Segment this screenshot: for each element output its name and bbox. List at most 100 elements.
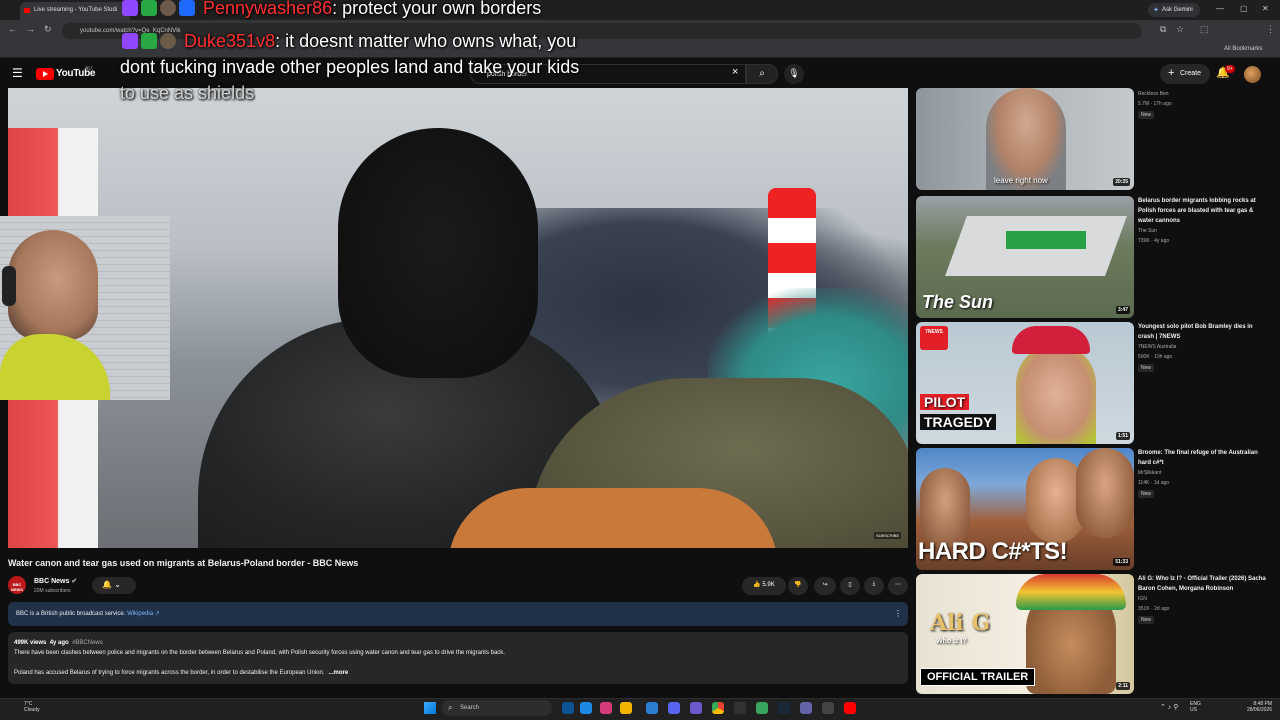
wikipedia-link[interactable]: Wikipedia bbox=[127, 611, 153, 617]
back-icon[interactable]: ← bbox=[8, 24, 17, 34]
system-tray-icons[interactable]: ⌃ ♪ ⚲ bbox=[1160, 703, 1178, 711]
store-icon[interactable] bbox=[646, 702, 658, 714]
rec-thumbnail[interactable]: leave right now 20:35 bbox=[916, 88, 1134, 190]
info-more-icon[interactable]: ⋮ bbox=[894, 609, 902, 618]
browser-menu-icon[interactable]: ⋮ bbox=[1266, 24, 1275, 35]
duration-badge: 51:33 bbox=[1113, 558, 1130, 566]
bookmark-star-icon[interactable]: ☆ bbox=[1176, 24, 1184, 35]
view-count: 499K views bbox=[14, 640, 47, 646]
chat-avatar bbox=[160, 0, 176, 16]
cast-icon[interactable]: ⧉ bbox=[1160, 24, 1166, 35]
language-indicator[interactable]: ENG US bbox=[1190, 701, 1201, 713]
rec-channel[interactable]: MrSlikkant bbox=[1138, 470, 1161, 476]
youtube-favicon-icon bbox=[24, 8, 30, 13]
dislike-button[interactable]: 👎 bbox=[788, 577, 808, 595]
windows-start-icon[interactable] bbox=[424, 702, 436, 714]
bookmark-icon: ▯ bbox=[848, 582, 852, 588]
account-avatar[interactable] bbox=[1244, 66, 1261, 83]
youtube-app-icon[interactable] bbox=[844, 702, 856, 714]
chat-username: Pennywasher86 bbox=[203, 0, 333, 18]
tab-active[interactable]: Live streaming - YouTube Studi bbox=[20, 2, 130, 20]
twitch-badge-icon bbox=[122, 33, 138, 49]
chat-message: Pennywasher86: protect your own borders bbox=[122, 0, 541, 19]
app-icon[interactable] bbox=[756, 702, 768, 714]
subscriber-count: 20M subscribers bbox=[34, 588, 71, 594]
file-explorer-icon[interactable] bbox=[562, 702, 574, 714]
discord-icon[interactable] bbox=[668, 702, 680, 714]
rec-thumbnail[interactable]: The Sun 3:47 bbox=[916, 196, 1134, 318]
forward-icon[interactable]: → bbox=[26, 24, 35, 34]
streamer-shirt bbox=[0, 334, 110, 400]
folder-icon[interactable] bbox=[620, 702, 632, 714]
obs-icon[interactable] bbox=[734, 702, 746, 714]
info-panel: BBC is a British public broadcast servic… bbox=[8, 602, 908, 626]
show-more-link[interactable]: ...more bbox=[329, 670, 349, 676]
reload-icon[interactable]: ↻ bbox=[44, 24, 52, 35]
hashtag-link[interactable]: #BBCNews bbox=[72, 640, 103, 646]
description-box[interactable] bbox=[8, 632, 908, 684]
rec-thumbnail[interactable]: Ali G Who Iz I? OFFICIAL TRAILER 2:11 bbox=[916, 574, 1134, 694]
app-icon[interactable] bbox=[690, 702, 702, 714]
chrome-icon[interactable] bbox=[712, 702, 724, 714]
app-icon[interactable] bbox=[600, 702, 612, 714]
rec-thumbnail[interactable]: HARD C#*TS! 51:33 bbox=[916, 448, 1134, 570]
thumbnail-person bbox=[920, 468, 970, 548]
minimize-icon[interactable]: — bbox=[1216, 4, 1224, 13]
thumbnail-building bbox=[1006, 231, 1086, 249]
chat-text: protect your own borders bbox=[342, 0, 542, 18]
chat-text: dont fucking invade other peoples land a… bbox=[120, 57, 580, 77]
clock-date: 28/06/2026 bbox=[1246, 707, 1272, 713]
rec-stats: 114K · 1d ago bbox=[1138, 480, 1170, 486]
create-label: Create bbox=[1180, 70, 1202, 77]
streamer-face bbox=[8, 230, 98, 340]
rec-title[interactable]: Broome: The final refuge of the Australi… bbox=[1138, 448, 1268, 468]
subscribe-watermark[interactable]: SUBSCRIBE bbox=[874, 532, 902, 539]
notification-count-badge: 9+ bbox=[1225, 65, 1235, 73]
channel-name[interactable]: BBC News ✔ bbox=[34, 577, 77, 585]
download-button[interactable]: ⤓ bbox=[864, 577, 884, 595]
description-text: Poland has accused Belarus of trying to … bbox=[14, 670, 348, 676]
hamburger-menu-icon[interactable]: ☰ bbox=[12, 66, 23, 80]
all-bookmarks-link[interactable]: All Bookmarks bbox=[1224, 46, 1262, 52]
save-button[interactable]: ▯ bbox=[840, 577, 860, 595]
rec-title[interactable]: Belarus border migrants lobbing rocks at… bbox=[1138, 196, 1268, 226]
rec-channel[interactable]: Reckless Ben bbox=[1138, 91, 1169, 97]
weather-widget[interactable]: 7°C Cloudy bbox=[24, 701, 40, 713]
like-button[interactable]: 👍 5.9K bbox=[742, 577, 786, 595]
rec-title[interactable]: Youngest solo pilot Bob Bramley dies in … bbox=[1138, 322, 1268, 342]
system-clock[interactable]: 8:48 PM 28/06/2026 bbox=[1232, 701, 1272, 713]
teams-icon[interactable] bbox=[800, 702, 812, 714]
youtube-logo-icon[interactable] bbox=[36, 68, 54, 80]
rec-thumbnail[interactable]: 7NEWS PILOT TRAGEDY 1:51 bbox=[916, 322, 1134, 444]
taskbar-search[interactable]: ⌕ Search bbox=[442, 700, 552, 716]
maximize-icon[interactable]: ▢ bbox=[1240, 4, 1248, 13]
share-button[interactable]: ↪ bbox=[814, 577, 836, 595]
search-icon: ⌕ bbox=[448, 703, 453, 712]
description-meta: 499K views 4y ago #BBCNews bbox=[14, 640, 103, 646]
rec-title[interactable]: Ali G: Who Iz I? - Official Trailer (202… bbox=[1138, 574, 1268, 594]
edge-icon[interactable] bbox=[580, 702, 592, 714]
7news-logo: 7NEWS bbox=[920, 326, 948, 350]
rec-channel[interactable]: 7NEWS Australia bbox=[1138, 344, 1176, 350]
steam-icon[interactable] bbox=[778, 702, 790, 714]
rec-channel[interactable]: IGN bbox=[1138, 596, 1147, 602]
more-actions-button[interactable]: ⋯ bbox=[888, 577, 908, 595]
close-window-icon[interactable]: ✕ bbox=[1262, 4, 1269, 13]
chat-text: to use as shields bbox=[120, 83, 255, 103]
ask-gemini-button[interactable]: ✦ Ask Gemini bbox=[1148, 3, 1200, 17]
voice-search-button[interactable]: 🎙 bbox=[784, 64, 804, 84]
clear-search-icon[interactable]: × bbox=[732, 66, 738, 78]
windows-taskbar bbox=[0, 698, 1280, 720]
rec-channel[interactable]: The Sun bbox=[1138, 228, 1157, 234]
chat-text: it doesnt matter who owns what, you bbox=[285, 31, 577, 51]
app-icon[interactable] bbox=[822, 702, 834, 714]
create-button[interactable]: + Create bbox=[1160, 64, 1210, 84]
search-button[interactable]: ⌕ bbox=[746, 64, 778, 84]
thumbnail-person bbox=[1016, 344, 1096, 444]
chat-avatar bbox=[160, 33, 176, 49]
extensions-icon[interactable]: ⬚ bbox=[1200, 24, 1209, 35]
channel-avatar[interactable]: BBC NEWS bbox=[8, 576, 26, 594]
notifications-dropdown-button[interactable]: 🔔 ⌄ bbox=[92, 577, 136, 594]
country-code: AU bbox=[85, 66, 92, 72]
verified-badge-icon bbox=[141, 0, 157, 16]
